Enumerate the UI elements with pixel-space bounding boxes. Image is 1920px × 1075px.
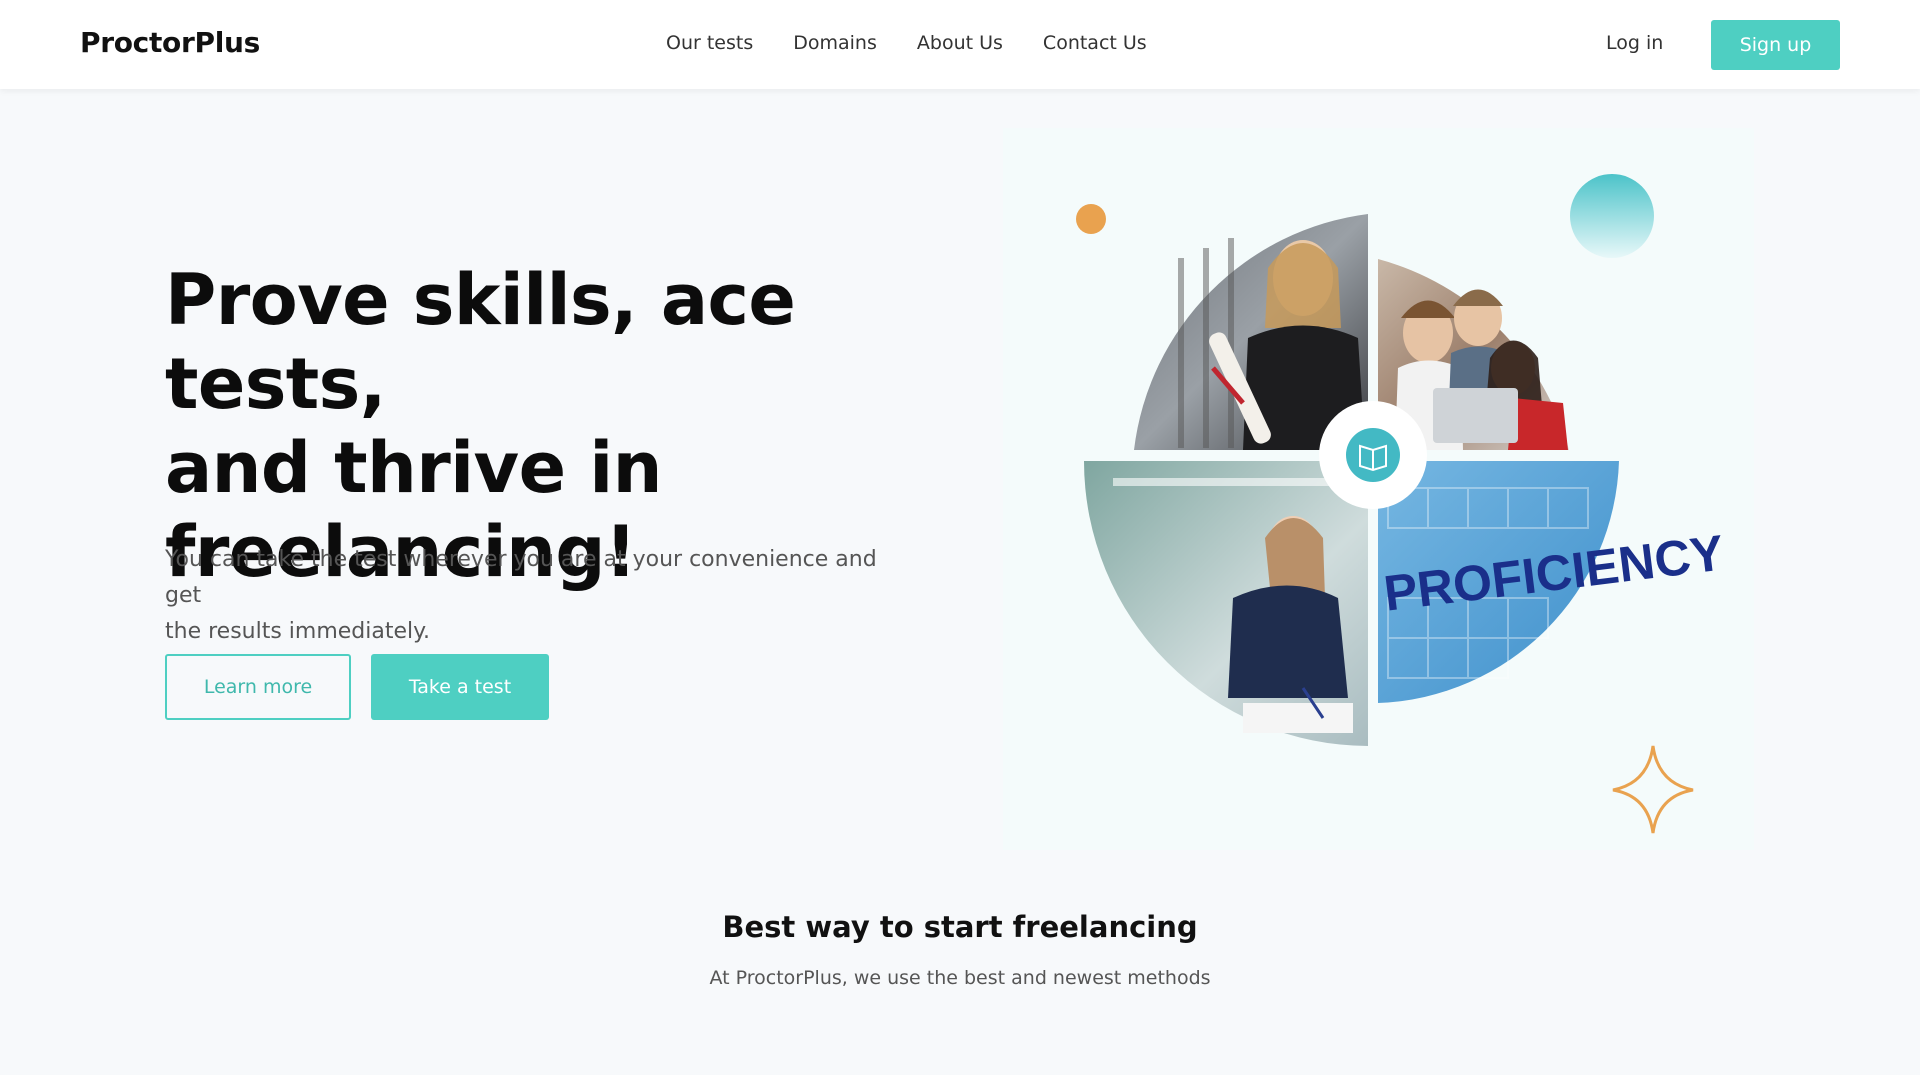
hero-subtitle: You can take the test wherever you are a… bbox=[165, 542, 905, 650]
section-subtitle: At ProctorPlus, we use the best and newe… bbox=[709, 967, 1211, 989]
nav-our-tests[interactable]: Our tests bbox=[666, 32, 753, 54]
logo[interactable]: ProctorPlus bbox=[80, 26, 260, 59]
hero-title-line: and thrive in bbox=[165, 427, 662, 509]
teal-circle-decoration bbox=[1570, 174, 1654, 258]
learn-more-button[interactable]: Learn more bbox=[165, 654, 351, 720]
orange-dot-decoration bbox=[1076, 204, 1106, 234]
section-title: Best way to start freelancing bbox=[722, 910, 1198, 944]
hero-illustration-graphic: PROFICIENCY bbox=[1076, 174, 1727, 834]
take-a-test-button[interactable]: Take a test bbox=[371, 654, 549, 720]
sparkle-icon bbox=[1612, 745, 1694, 834]
signup-button[interactable]: Sign up bbox=[1711, 20, 1840, 70]
hero-illustration: PROFICIENCY bbox=[1003, 128, 1754, 850]
main-nav: Our tests Domains About Us Contact Us bbox=[666, 32, 1147, 54]
nav-about-us[interactable]: About Us bbox=[917, 32, 1003, 54]
login-link[interactable]: Log in bbox=[1606, 32, 1663, 54]
hero-subtitle-line: You can take the test wherever you are a… bbox=[165, 547, 877, 608]
nav-domains[interactable]: Domains bbox=[793, 32, 877, 54]
hero-title-line: Prove skills, ace tests, bbox=[165, 259, 796, 425]
nav-contact-us[interactable]: Contact Us bbox=[1043, 32, 1147, 54]
site-header: ProctorPlus Our tests Domains About Us C… bbox=[0, 0, 1920, 89]
students-figure bbox=[1395, 289, 1568, 450]
hero-subtitle-line: the results immediately. bbox=[165, 619, 431, 644]
